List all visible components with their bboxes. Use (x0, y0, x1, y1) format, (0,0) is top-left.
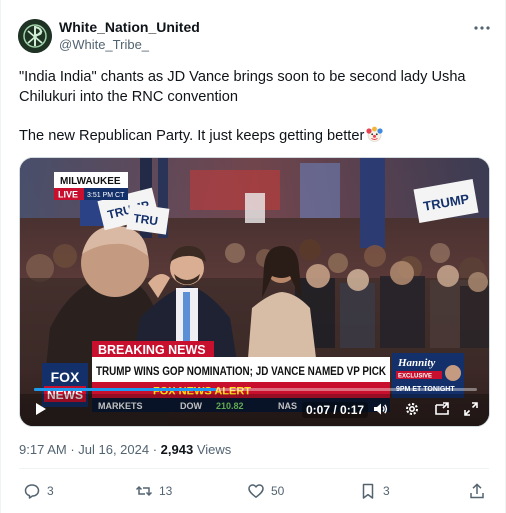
heart-icon (248, 484, 264, 498)
gear-icon (406, 403, 418, 415)
tweet-card: White_Nation_United @White_Tribe_ "India… (0, 0, 506, 513)
svg-text:BREAKING NEWS: BREAKING NEWS (98, 343, 206, 357)
repost-count: 13 (159, 484, 173, 498)
tweet-timestamp[interactable]: 9:17 AM · Jul 16, 2024 · 2,943 Views (19, 442, 231, 457)
picture-in-picture-button[interactable] (434, 401, 450, 417)
tweet-text: "India India" chants as JD Vance brings … (19, 67, 489, 149)
more-options-button[interactable] (471, 18, 493, 38)
tweet-text-line-2-text: The new Republican Party. It just keeps … (19, 128, 365, 144)
svg-text:MILWAUKEE: MILWAUKEE (60, 176, 121, 187)
tweet-date: Jul 16, 2024 (78, 442, 150, 457)
video-progress-fill (34, 388, 216, 391)
repost-button[interactable]: 13 (135, 482, 172, 500)
separator: · (66, 442, 79, 457)
svg-text:EXCLUSIVE: EXCLUSIVE (398, 374, 432, 380)
author-display-name[interactable]: White_Nation_United (59, 19, 200, 35)
like-button[interactable]: 50 (247, 482, 284, 500)
volume-button[interactable] (372, 401, 388, 417)
play-icon (36, 403, 46, 415)
more-dots-icon (474, 26, 490, 30)
chi-rho-logo-icon (18, 19, 52, 53)
separator: · (149, 442, 161, 457)
reply-count: 3 (47, 484, 54, 498)
video-frame: TRUMP TRU TRUMP MILWAUKEE LIVE 3:51 PM C… (20, 158, 489, 426)
share-icon (470, 483, 484, 499)
volume-icon (374, 403, 388, 415)
reply-button[interactable]: 3 (23, 482, 54, 500)
like-count: 50 (271, 484, 285, 498)
svg-text:Hannity: Hannity (397, 357, 435, 369)
video-progress-track[interactable] (34, 388, 477, 391)
hannity-promo: Hannity EXCLUSIVE 9PM ET TONIGHT (392, 353, 464, 398)
divider (19, 468, 489, 469)
picture-in-picture-icon (435, 402, 449, 415)
fullscreen-button[interactable] (463, 401, 479, 417)
author-avatar[interactable] (18, 19, 52, 53)
location-tag: MILWAUKEE LIVE 3:51 PM CT (54, 172, 128, 200)
bookmark-count: 3 (383, 484, 390, 498)
tweet-text-line-1: "India India" chants as JD Vance brings … (19, 69, 466, 105)
svg-text:3:51 PM CT: 3:51 PM CT (87, 192, 125, 199)
share-button[interactable] (468, 482, 486, 500)
tweet-text-line-2: The new Republican Party. It just keeps … (19, 126, 489, 149)
play-button[interactable] (32, 401, 48, 417)
bookmark-button[interactable]: 3 (359, 482, 390, 500)
svg-text:FOX: FOX (51, 369, 80, 385)
reply-icon (24, 484, 40, 499)
video-time-display: 0:07 / 0:17 (302, 402, 369, 418)
author-handle[interactable]: @White_Tribe_ (59, 37, 149, 52)
bookmark-icon (362, 483, 374, 499)
embedded-video[interactable]: TRUMP TRU TRUMP MILWAUKEE LIVE 3:51 PM C… (19, 157, 490, 427)
svg-text:LIVE: LIVE (58, 190, 78, 200)
tweet-time: 9:17 AM (19, 442, 67, 457)
repost-icon (135, 485, 153, 497)
fullscreen-icon (464, 402, 478, 416)
views-label: Views (193, 442, 232, 457)
clown-face-emoji-icon (366, 126, 383, 149)
headline-text: TRUMP WINS GOP NOMINATION; JD VANCE NAME… (96, 364, 386, 378)
views-count: 2,943 (160, 442, 194, 457)
settings-button[interactable] (404, 401, 420, 417)
